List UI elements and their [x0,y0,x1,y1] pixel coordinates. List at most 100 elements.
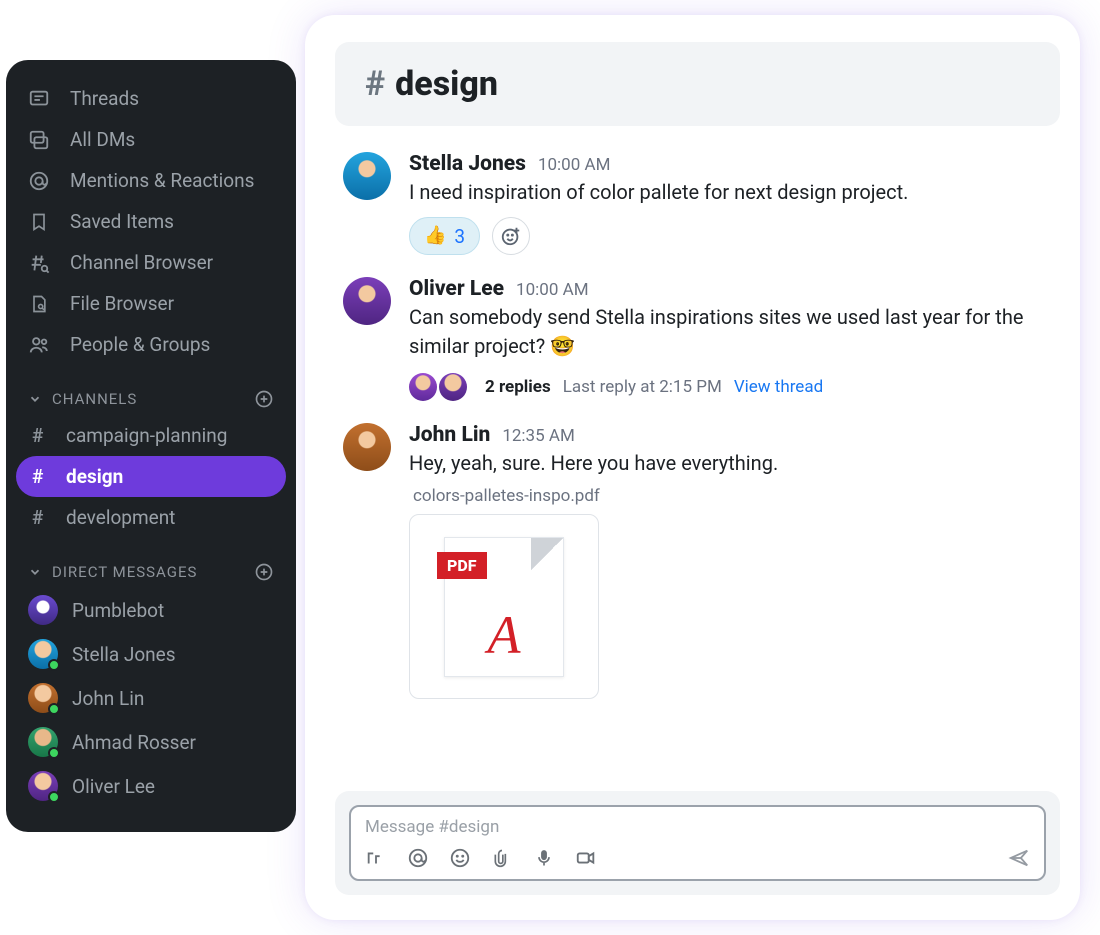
message-input[interactable] [365,817,1030,837]
send-button[interactable] [1008,847,1030,869]
avatar [28,595,58,625]
message-body: Can somebody send Stella inspirations si… [409,303,1052,361]
hash-icon: # [365,64,385,104]
dm-name: John Lin [72,687,144,710]
avatar[interactable] [343,152,391,200]
reply-count: 2 replies [485,377,551,397]
channel-label: design [66,465,123,488]
at-icon [28,170,50,192]
channel-design[interactable]: # design [16,456,286,497]
pdf-icon: PDF A [444,537,564,677]
chevron-down-icon [28,565,42,579]
presence-indicator [48,659,60,671]
hash-search-icon [28,252,50,274]
avatar [439,373,467,401]
message-time: 10:00 AM [516,280,588,300]
presence-indicator [48,747,60,759]
dm-oliver-lee[interactable]: Oliver Lee [16,764,286,808]
attachment-filename: colors-palletes-inspo.pdf [413,486,1052,506]
avatar[interactable] [343,277,391,325]
nav-label: All DMs [70,128,135,151]
message-author[interactable]: Oliver Lee [409,277,504,301]
message-time: 12:35 AM [502,426,574,446]
nav-label: People & Groups [70,333,210,356]
message-body: I need inspiration of color pallete for … [409,178,1052,207]
add-channel-button[interactable] [254,389,274,409]
message: Oliver Lee 10:00 AM Can somebody send St… [335,269,1060,415]
nav-mentions[interactable]: Mentions & Reactions [16,160,286,201]
threads-icon [28,88,50,110]
pdf-badge: PDF [437,552,487,579]
last-reply: Last reply at 2:15 PM [563,377,722,397]
view-thread-link[interactable]: View thread [734,377,823,397]
dm-name: Pumblebot [72,599,164,622]
dm-header[interactable]: DIRECT MESSAGES [16,552,286,588]
message-time: 10:00 AM [538,155,610,175]
file-search-icon [28,293,50,315]
composer[interactable] [349,805,1046,881]
nav-all-dms[interactable]: All DMs [16,119,286,160]
reaction-thumbsup[interactable]: 👍 3 [409,217,480,255]
dms-icon [28,129,50,151]
add-reaction-button[interactable] [492,217,530,255]
nav-file-browser[interactable]: File Browser [16,283,286,324]
dm-label: DIRECT MESSAGES [52,563,197,581]
channel-label: campaign-planning [66,424,227,447]
add-dm-button[interactable] [254,562,274,582]
hash-icon: # [32,465,50,488]
dm-ahmad-rosser[interactable]: Ahmad Rosser [16,720,286,764]
sidebar: Threads All DMs Mentions & Reactions Sav… [6,60,296,832]
channel-campaign-planning[interactable]: # campaign-planning [16,415,286,456]
dm-name: Ahmad Rosser [72,731,196,754]
dm-john-lin[interactable]: John Lin [16,676,286,720]
attachment[interactable]: colors-palletes-inspo.pdf PDF A [409,486,1052,699]
main-area: # design Stella Jones 10:00 AM I need in… [335,42,1060,895]
video-icon[interactable] [575,847,597,869]
nav-label: File Browser [70,292,174,315]
people-icon [28,334,50,356]
message-feed: Stella Jones 10:00 AM I need inspiration… [335,126,1060,791]
nav-label: Mentions & Reactions [70,169,254,192]
thumbsup-icon: 👍 [424,227,446,245]
dm-name: Oliver Lee [72,775,155,798]
nav-label: Saved Items [70,210,174,233]
dm-name: Stella Jones [72,643,176,666]
dm-stella-jones[interactable]: Stella Jones [16,632,286,676]
emoji-icon[interactable] [449,847,471,869]
presence-indicator [48,791,60,803]
channel-title[interactable]: # design [335,42,1060,126]
message: Stella Jones 10:00 AM I need inspiration… [335,144,1060,269]
message-body: Hey, yeah, sure. Here you have everythin… [409,449,1052,478]
nav-threads[interactable]: Threads [16,78,286,119]
mic-icon[interactable] [533,847,555,869]
bookmark-icon [28,211,50,233]
channels-header[interactable]: CHANNELS [16,379,286,415]
avatar [28,683,58,713]
avatar [28,727,58,757]
nav-channel-browser[interactable]: Channel Browser [16,242,286,283]
message-author[interactable]: John Lin [409,423,490,447]
avatar [28,639,58,669]
nav-label: Channel Browser [70,251,213,274]
reaction-count: 3 [454,225,465,248]
mention-icon[interactable] [407,847,429,869]
dm-pumblebot[interactable]: Pumblebot [16,588,286,632]
avatar[interactable] [343,423,391,471]
nav-label: Threads [70,87,139,110]
nav-saved[interactable]: Saved Items [16,201,286,242]
hash-icon: # [32,424,50,447]
channel-development[interactable]: # development [16,497,286,538]
channel-name: design [395,64,498,104]
format-icon[interactable] [365,847,387,869]
channels-label: CHANNELS [52,390,137,408]
chevron-down-icon [28,392,42,406]
hash-icon: # [32,506,50,529]
composer-area [335,791,1060,895]
attachment-preview[interactable]: PDF A [409,514,599,699]
presence-indicator [48,703,60,715]
attach-icon[interactable] [491,847,513,869]
nav-people[interactable]: People & Groups [16,324,286,365]
avatar [28,771,58,801]
thread-summary[interactable]: 2 replies Last reply at 2:15 PM View thr… [409,373,1052,401]
message-author[interactable]: Stella Jones [409,152,526,176]
